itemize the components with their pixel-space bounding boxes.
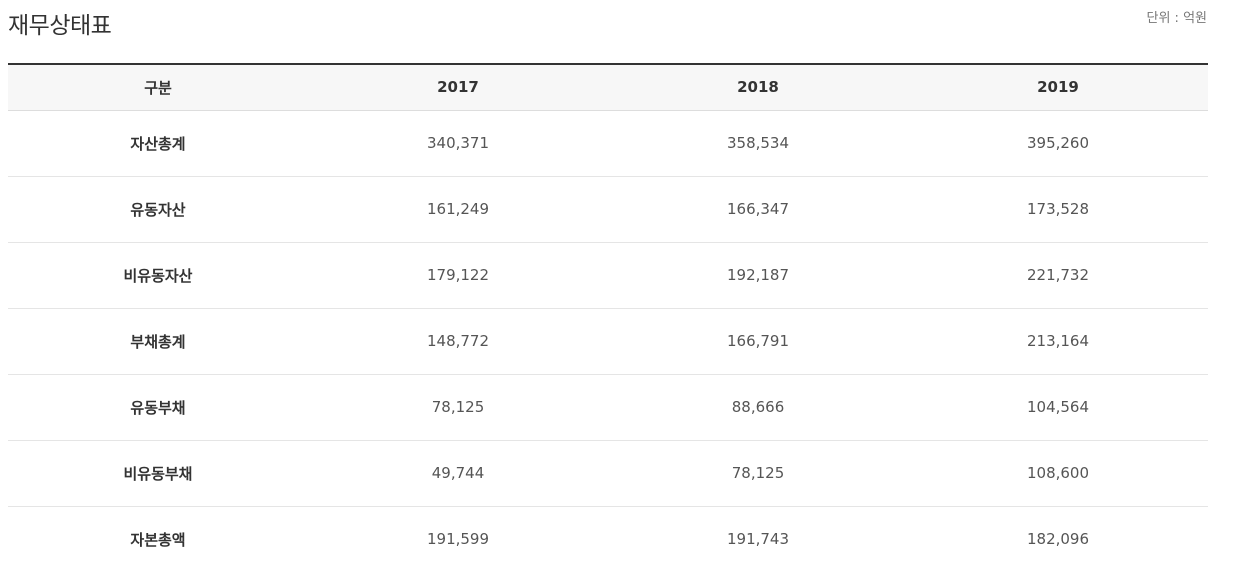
- header-year: 2019: [908, 64, 1208, 111]
- table-cell: 340,371: [308, 110, 608, 177]
- row-label: 유동부채: [8, 374, 308, 441]
- header-row: 구분 2017 2018 2019: [8, 64, 1208, 111]
- table-cell: 78,125: [608, 440, 908, 507]
- table-row: 자산총계 340,371 358,534 395,260: [8, 110, 1208, 177]
- table-cell: 88,666: [608, 374, 908, 441]
- row-label: 자본총액: [130, 530, 186, 549]
- table-cell: 148,772: [308, 308, 608, 375]
- row-label: 부채총계: [8, 308, 308, 375]
- page: 재무상태표 단위 : 억원 구분 2017 2018 2019 자산총계 340…: [0, 0, 1244, 571]
- row-label: 유동자산: [8, 176, 308, 243]
- table-cell: 161,249: [308, 176, 608, 243]
- row-label: 비유동자산: [8, 242, 308, 309]
- table-cell: 182,096: [1026, 530, 1090, 549]
- unit-label: 단위 : 억원: [1146, 11, 1208, 26]
- table-cell: 395,260: [908, 110, 1208, 177]
- table-cell: 166,791: [608, 308, 908, 375]
- row-label: 비유동부채: [8, 440, 308, 507]
- table-cell: 179,122: [308, 242, 608, 309]
- table-cell: 104,564: [908, 374, 1208, 441]
- table-cell: 108,600: [908, 440, 1208, 507]
- table-cell: 49,744: [308, 440, 608, 507]
- table-row: 자본총액 191,599 191,743 182,096: [8, 506, 1208, 572]
- table-row: 유동자산 161,249 166,347 173,528: [8, 176, 1208, 243]
- table-row: 비유동부채 49,744 78,125 108,600: [8, 440, 1208, 507]
- table-cell: 191,599: [426, 530, 490, 549]
- header-year: 2018: [608, 64, 908, 111]
- table-cell: 166,347: [608, 176, 908, 243]
- table-row: 유동부채 78,125 88,666 104,564: [8, 374, 1208, 441]
- table-cell: 78,125: [308, 374, 608, 441]
- table-row: 부채총계 148,772 166,791 213,164: [8, 308, 1208, 375]
- table-cell: 213,164: [908, 308, 1208, 375]
- table-header: 구분 2017 2018 2019: [8, 64, 1208, 111]
- table-body: 자산총계 340,371 358,534 395,260 유동자산 161,24…: [8, 110, 1208, 572]
- balance-sheet-table: 구분 2017 2018 2019 자산총계 340,371 358,534 3…: [8, 63, 1208, 572]
- page-title: 재무상태표: [8, 13, 112, 39]
- header-year: 2017: [308, 64, 608, 111]
- table-cell: 221,732: [908, 242, 1208, 309]
- table-cell: 192,187: [608, 242, 908, 309]
- table-row: 비유동자산 179,122 192,187 221,732: [8, 242, 1208, 309]
- table-cell: 173,528: [908, 176, 1208, 243]
- table-cell: 358,534: [608, 110, 908, 177]
- row-label: 자산총계: [8, 110, 308, 177]
- header-category: 구분: [8, 64, 308, 111]
- table-cell: 191,743: [726, 530, 790, 549]
